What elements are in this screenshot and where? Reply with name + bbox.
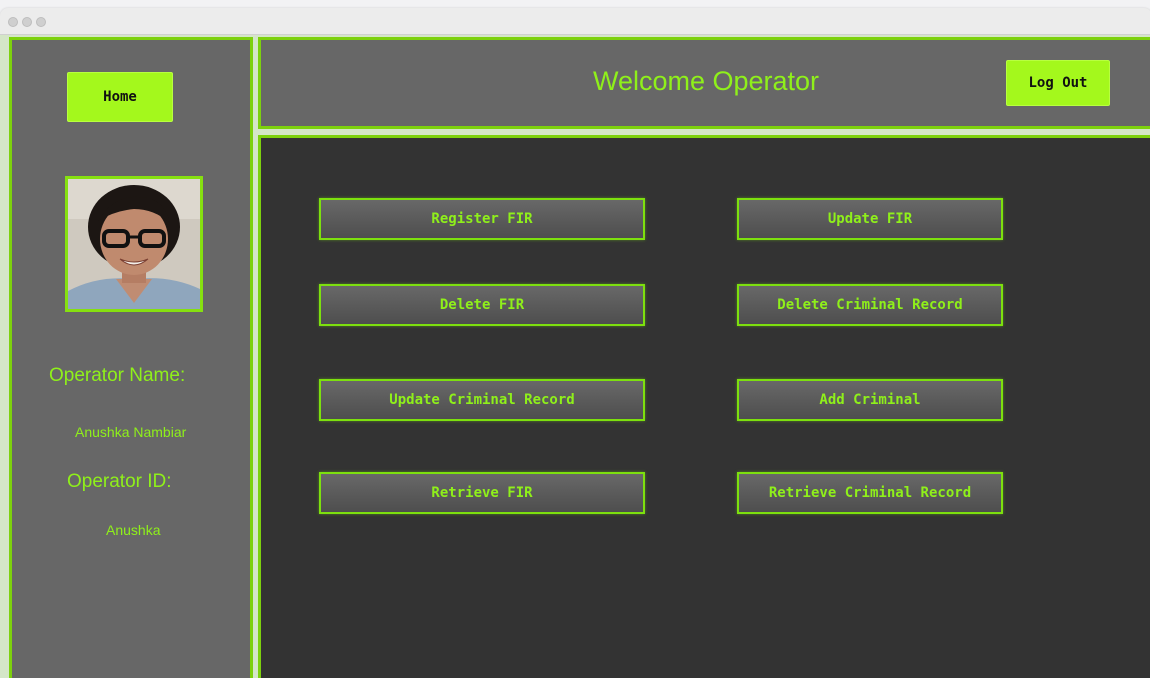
title-bar [0,8,1150,35]
sidebar: Home Operator Name: Anushka Nambiar Oper… [9,37,253,678]
register-fir-button[interactable]: Register FIR [319,198,645,240]
close-window-icon[interactable] [8,17,18,27]
logout-button[interactable]: Log Out [1006,60,1110,106]
update-fir-button[interactable]: Update FIR [737,198,1003,240]
delete-fir-button[interactable]: Delete FIR [319,284,645,326]
operator-id-label: Operator ID: [67,471,172,492]
minimize-window-icon[interactable] [22,17,32,27]
update-criminal-record-button[interactable]: Update Criminal Record [319,379,645,421]
zoom-window-icon[interactable] [36,17,46,27]
app-window: Home Operator Name: Anushka Nambiar Oper… [0,8,1150,678]
retrieve-criminal-record-button[interactable]: Retrieve Criminal Record [737,472,1003,514]
operator-name-label: Operator Name: [49,365,186,386]
operator-photo-icon [68,179,200,309]
avatar [65,176,203,312]
operator-name-value: Anushka Nambiar [75,424,187,440]
header: Welcome Operator Log Out [258,37,1150,129]
add-criminal-button[interactable]: Add Criminal [737,379,1003,421]
retrieve-fir-button[interactable]: Retrieve FIR [319,472,645,514]
operator-id-value: Anushka [106,522,161,538]
delete-criminal-record-button[interactable]: Delete Criminal Record [737,284,1003,326]
home-button[interactable]: Home [67,72,173,122]
app-content: Home Operator Name: Anushka Nambiar Oper… [0,35,1150,678]
main-panel: Register FIR Update FIR Delete FIR Delet… [258,135,1150,678]
